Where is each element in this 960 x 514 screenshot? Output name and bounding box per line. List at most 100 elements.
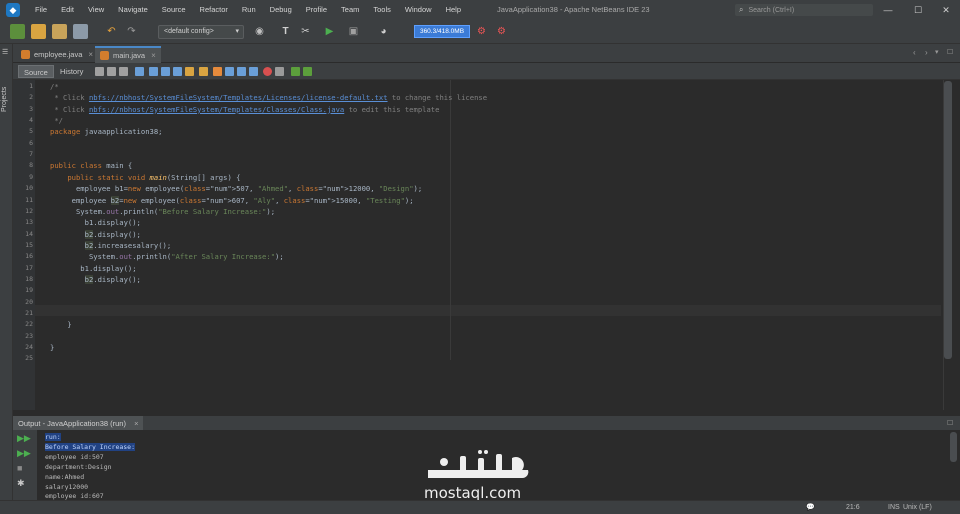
code-line: System.out.println("Before Salary Increa… [50, 206, 276, 216]
menu-navigate[interactable]: Navigate [111, 0, 155, 20]
code-editor[interactable] [35, 80, 943, 410]
maximize-editor-icon[interactable]: ☐ [947, 48, 953, 56]
insert-mode: INS [888, 504, 900, 511]
line-number: 8 [29, 161, 33, 170]
highlight-icon[interactable] [185, 67, 194, 76]
new-project-icon[interactable] [31, 24, 46, 39]
gc-icon[interactable]: ⚙ [474, 24, 489, 39]
source-button[interactable]: Source [18, 65, 54, 78]
profile-icon[interactable]: ◕ [376, 24, 391, 39]
forward-icon[interactable] [119, 67, 128, 76]
menu-team[interactable]: Team [334, 0, 366, 20]
last-edit-icon[interactable] [95, 67, 104, 76]
line-number: 10 [25, 184, 33, 193]
uncomment-icon[interactable] [303, 67, 312, 76]
output-scrollbar-thumb[interactable] [950, 432, 957, 462]
redo-icon[interactable]: ↷ [124, 24, 139, 39]
output-line: department:Design [45, 462, 112, 471]
comment-icon[interactable] [291, 67, 300, 76]
editor-scrollbar-thumb[interactable] [944, 81, 952, 359]
run-icon[interactable]: ▶ [322, 24, 337, 39]
line-number: 1 [29, 82, 33, 90]
config-select-value: <default config> [164, 28, 214, 35]
code-line: System.out.println("After Salary Increas… [50, 252, 284, 262]
menu-view[interactable]: View [81, 0, 111, 20]
settings-icon[interactable]: ✱ [17, 478, 29, 488]
shift-right-icon[interactable] [249, 67, 258, 76]
open-project-icon[interactable] [52, 24, 67, 39]
new-file-icon[interactable] [10, 24, 25, 39]
globe-icon[interactable]: ◉ [252, 24, 267, 39]
profile-ide-icon[interactable]: ⚙ [494, 24, 509, 39]
chevron-left-icon[interactable]: ‹ [913, 48, 916, 57]
stop-macro-icon[interactable] [275, 67, 284, 76]
close-icon[interactable]: × [134, 419, 138, 428]
clean-build-icon[interactable]: ✂ [298, 24, 313, 39]
tab-main-java[interactable]: main.java × [95, 46, 161, 63]
minimize-button[interactable]: — [874, 0, 902, 20]
output-tab[interactable]: Output - JavaApplication38 (run) × [13, 416, 144, 431]
netbeans-logo-icon: ◆ [6, 3, 20, 17]
tab-list-icon[interactable]: ▾ [935, 48, 939, 56]
line-number: 13 [25, 218, 33, 227]
find-previous-icon[interactable] [149, 67, 158, 76]
title-bar: ◆ File Edit View Navigate Source Refacto… [0, 0, 960, 20]
menu-help[interactable]: Help [439, 0, 468, 20]
mostaql-watermark: mostaql.com [420, 448, 550, 502]
find-selection-icon[interactable] [173, 67, 182, 76]
notifications-icon[interactable]: 💬 [806, 501, 815, 514]
menu-tools[interactable]: Tools [366, 0, 398, 20]
menu-profile[interactable]: Profile [299, 0, 334, 20]
shift-left-icon[interactable] [237, 67, 246, 76]
config-select[interactable]: <default config> ▾ [158, 25, 244, 39]
search-input[interactable]: ⌕ Search (Ctrl+I) [735, 4, 873, 16]
menu-source[interactable]: Source [155, 0, 193, 20]
menu-window[interactable]: Window [398, 0, 439, 20]
rerun-with-params-icon[interactable]: ▶▶ [17, 448, 31, 458]
maximize-output-icon[interactable]: ☐ [947, 419, 953, 427]
rerun-icon[interactable]: ▶▶ [17, 433, 31, 443]
projects-panel-tab[interactable]: Projects [1, 87, 8, 112]
line-number: 23 [25, 331, 33, 340]
line-number: 16 [25, 252, 33, 261]
record-macro-icon[interactable] [263, 67, 272, 76]
build-hammer-icon[interactable]: T [278, 24, 293, 39]
chevron-right-icon[interactable]: › [925, 48, 928, 57]
tab-label: employee.java [34, 50, 83, 59]
close-button[interactable]: ✕ [932, 0, 960, 20]
line-number: 2 [29, 93, 33, 102]
search-placeholder: Search (Ctrl+I) [748, 6, 795, 14]
find-next-icon[interactable] [161, 67, 170, 76]
menu-debug[interactable]: Debug [263, 0, 299, 20]
close-icon[interactable]: × [88, 50, 93, 59]
toggle-bookmark-icon[interactable] [199, 67, 208, 76]
tab-employee-java[interactable]: employee.java × [16, 46, 98, 63]
back-icon[interactable] [107, 67, 116, 76]
line-number: 9 [29, 172, 33, 181]
close-icon[interactable]: × [151, 51, 156, 60]
output-line: employee id:607 [45, 492, 104, 500]
status-bar: 💬 21:6 INS Unix (LF) [0, 500, 960, 514]
previous-bookmark-icon[interactable] [213, 67, 222, 76]
panel-menu-icon[interactable]: ☰ [2, 48, 8, 56]
next-bookmark-icon[interactable] [225, 67, 234, 76]
output-line: run: [45, 433, 61, 441]
line-number: 21 [25, 309, 33, 317]
undo-icon[interactable]: ↶ [104, 24, 119, 39]
debug-icon[interactable]: ▣ [346, 24, 361, 39]
code-line: b1.display(); [50, 218, 141, 228]
stop-icon[interactable]: ■ [17, 463, 29, 473]
tab-label: main.java [113, 51, 146, 60]
caret-position: 21:6 [846, 504, 860, 511]
menu-edit[interactable]: Edit [54, 0, 81, 20]
maximize-button[interactable]: ☐ [904, 0, 932, 20]
menu-run[interactable]: Run [235, 0, 263, 20]
save-all-icon[interactable] [73, 24, 88, 39]
code-line: } [50, 343, 55, 353]
search-icon[interactable] [135, 67, 144, 76]
line-number: 17 [25, 263, 33, 272]
history-button[interactable]: History [55, 65, 88, 78]
menu-refactor[interactable]: Refactor [193, 0, 235, 20]
menu-file[interactable]: File [28, 0, 54, 20]
memory-usage-bar[interactable]: 360.3/418.0MB [414, 25, 470, 38]
